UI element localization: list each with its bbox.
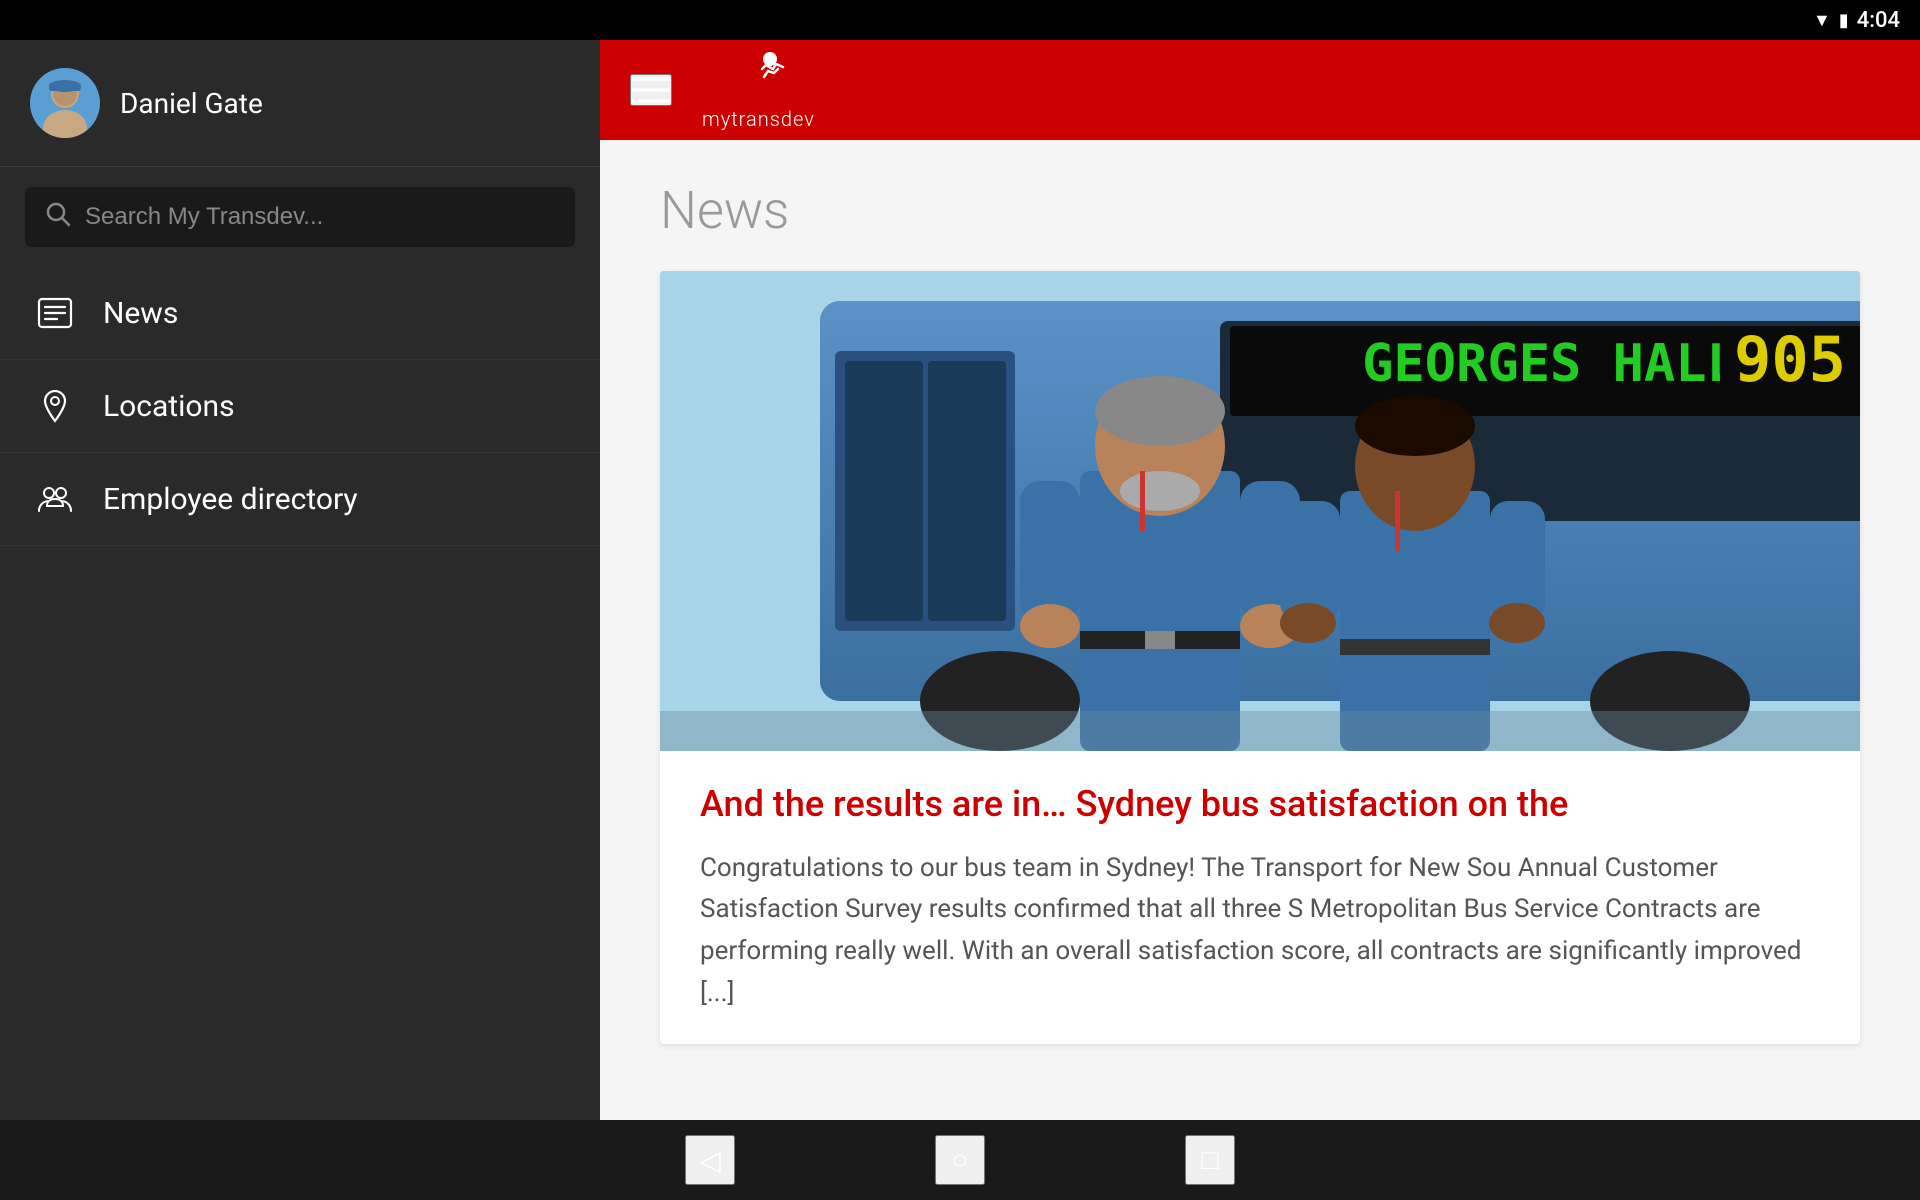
nav-bar: ◁ ○ □ bbox=[0, 1120, 1920, 1200]
user-name: Daniel Gate bbox=[120, 87, 263, 120]
sidebar-item-news[interactable]: News bbox=[0, 267, 600, 360]
location-icon bbox=[35, 388, 75, 424]
sidebar-item-news-label: News bbox=[103, 296, 178, 331]
sidebar-item-locations-label: Locations bbox=[103, 389, 235, 424]
article-body: Congratulations to our bus team in Sydne… bbox=[700, 848, 1820, 1014]
sidebar-item-employee-directory[interactable]: Employee directory bbox=[0, 453, 600, 546]
article-title: And the results are in… Sydney bus satis… bbox=[700, 781, 1820, 828]
home-button[interactable]: ○ bbox=[935, 1135, 985, 1185]
article-image: GEORGES HALL 905 bbox=[660, 271, 1860, 751]
status-bar: ▼ ▮ 4:04 bbox=[0, 0, 1920, 40]
wifi-icon: ▼ bbox=[1813, 10, 1831, 31]
recent-button[interactable]: □ bbox=[1185, 1135, 1235, 1185]
search-input[interactable] bbox=[85, 203, 555, 231]
list-icon bbox=[35, 295, 75, 331]
svg-text:GEORGES HALL: GEORGES HALL bbox=[1362, 334, 1738, 394]
top-bar: mytransdev bbox=[600, 40, 1920, 140]
avatar bbox=[30, 68, 100, 138]
status-time: 4:04 bbox=[1857, 8, 1900, 33]
back-button[interactable]: ◁ bbox=[685, 1135, 735, 1185]
sidebar-item-employee-directory-label: Employee directory bbox=[103, 482, 358, 517]
hamburger-button[interactable] bbox=[630, 74, 672, 106]
article-text: And the results are in… Sydney bus satis… bbox=[660, 751, 1860, 1044]
brand-logo: mytransdev bbox=[702, 49, 815, 131]
search-icon bbox=[45, 201, 71, 233]
brand-text: mytransdev bbox=[702, 107, 815, 131]
app-container: Daniel Gate bbox=[0, 40, 1920, 1120]
battery-icon: ▮ bbox=[1839, 10, 1849, 31]
svg-text:905: 905 bbox=[1734, 323, 1846, 396]
search-bar[interactable] bbox=[25, 187, 575, 247]
nav-menu: News Locations bbox=[0, 267, 600, 546]
user-header: Daniel Gate bbox=[0, 40, 600, 167]
page-title: News bbox=[660, 180, 1860, 241]
main-content[interactable]: mytransdev News bbox=[600, 40, 1920, 1120]
content-area: News bbox=[600, 140, 1920, 1120]
sidebar-item-locations[interactable]: Locations bbox=[0, 360, 600, 453]
article-card[interactable]: GEORGES HALL 905 bbox=[660, 271, 1860, 1044]
sidebar: Daniel Gate bbox=[0, 40, 600, 1120]
status-icons: ▼ ▮ 4:04 bbox=[1813, 8, 1900, 33]
people-icon bbox=[35, 481, 75, 517]
